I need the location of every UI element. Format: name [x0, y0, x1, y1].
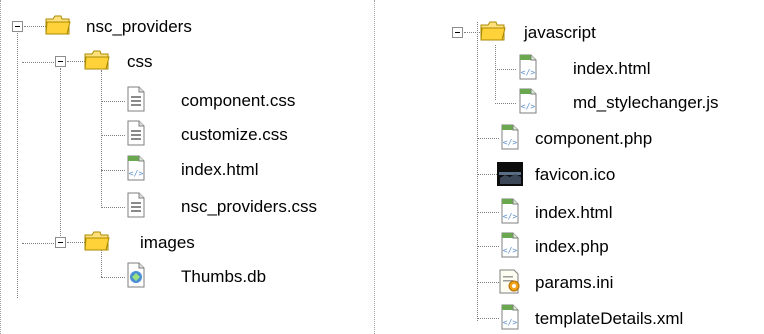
tree-node-label: javascript	[524, 23, 596, 42]
tree-node-component-php[interactable]: </> component.php	[380, 124, 710, 154]
tree-node-label: params.ini	[535, 273, 614, 292]
svg-text:</>: </>	[503, 246, 518, 255]
tree-node-favicon-ico[interactable]: favicon.ico	[380, 160, 710, 190]
tree-node-nsc-providers[interactable]: nsc_providers	[0, 12, 260, 42]
ini-file-icon	[499, 269, 520, 294]
collapse-toggle-icon[interactable]	[55, 237, 66, 248]
xml-file-icon: </>	[501, 304, 519, 330]
tree-node-label: index.php	[535, 237, 609, 256]
folder-open-icon	[84, 50, 110, 70]
tree-connector	[477, 174, 499, 175]
svg-text:</>: </>	[521, 102, 536, 111]
html-file-icon: </>	[127, 155, 145, 181]
tree-node-images-folder[interactable]: images	[0, 228, 260, 258]
tree-node-label: index.html	[573, 59, 651, 78]
php-file-icon: </>	[501, 232, 519, 258]
tree-node-customize-css[interactable]: customize.css	[0, 120, 330, 150]
js-file-icon: </>	[519, 88, 537, 114]
folder-open-icon	[45, 15, 71, 35]
collapse-toggle-icon[interactable]	[12, 21, 23, 32]
left-tree-pane: nsc_providers css component.css customiz…	[0, 0, 380, 334]
tree-node-label: favicon.ico	[535, 165, 616, 184]
tree-node-index-html[interactable]: </> index.html	[0, 155, 330, 185]
php-file-icon: </>	[501, 124, 519, 150]
svg-text:</>: </>	[503, 318, 518, 327]
svg-text:</>: </>	[503, 138, 518, 147]
tree-node-label: md_stylechanger.js	[573, 93, 719, 112]
tree-node-templatedetails-xml[interactable]: </> templateDetails.xml	[380, 304, 764, 334]
collapse-toggle-icon[interactable]	[55, 56, 66, 67]
tree-node-label: component.css	[181, 91, 296, 110]
tree-connector	[67, 242, 85, 243]
database-file-icon	[127, 262, 145, 288]
tree-node-label: index.html	[535, 203, 613, 222]
tree-connector	[67, 61, 85, 62]
image-file-icon	[497, 162, 523, 186]
tree-node-label: templateDetails.xml	[535, 309, 684, 328]
tree-node-thumbs-db[interactable]: Thumbs.db	[0, 262, 330, 292]
tree-connector	[477, 318, 499, 319]
css-file-icon	[127, 192, 145, 218]
tree-node-index-php[interactable]: </> index.php	[380, 232, 710, 262]
svg-text:</>: </>	[503, 212, 518, 221]
tree-node-label: nsc_providers.css	[181, 197, 318, 216]
tree-node-index-html[interactable]: </> index.html	[380, 198, 710, 228]
tree-node-label: customize.css	[181, 125, 288, 144]
tree-connector	[477, 212, 499, 213]
tree-node-params-ini[interactable]: params.ini	[380, 268, 710, 298]
tree-connector	[477, 138, 499, 139]
tree-node-md-stylechanger-js[interactable]: </> md_stylechanger.js	[380, 88, 764, 118]
tree-node-label: nsc_providers	[86, 17, 192, 36]
tree-connector	[477, 282, 499, 283]
pane-separator	[0, 0, 1, 334]
folder-open-icon	[480, 21, 506, 41]
tree-node-component-css[interactable]: component.css	[0, 86, 330, 116]
svg-text:</>: </>	[521, 68, 536, 77]
tree-node-label: component.php	[535, 129, 653, 148]
svg-text:</>: </>	[129, 169, 144, 178]
tree-node-css-folder[interactable]: css	[0, 47, 260, 77]
right-tree-pane: javascript </> index.html </> md_stylech…	[380, 0, 764, 334]
pane-separator	[374, 0, 375, 334]
collapse-toggle-icon[interactable]	[452, 27, 463, 38]
html-file-icon: </>	[501, 198, 519, 224]
tree-node-js-index-html[interactable]: </> index.html	[380, 54, 710, 84]
tree-node-label: css	[127, 52, 153, 71]
css-file-icon	[127, 86, 145, 112]
folder-open-icon	[84, 231, 110, 251]
tree-connector	[477, 246, 499, 247]
tree-node-label: index.html	[181, 160, 259, 179]
tree-connector	[24, 26, 46, 27]
html-file-icon: </>	[519, 54, 537, 80]
tree-node-label: images	[140, 233, 195, 252]
tree-node-label: Thumbs.db	[181, 267, 267, 286]
tree-node-nsc-providers-css[interactable]: nsc_providers.css	[0, 192, 370, 222]
tree-node-javascript-folder[interactable]: javascript	[380, 18, 640, 48]
css-file-icon	[127, 120, 145, 146]
